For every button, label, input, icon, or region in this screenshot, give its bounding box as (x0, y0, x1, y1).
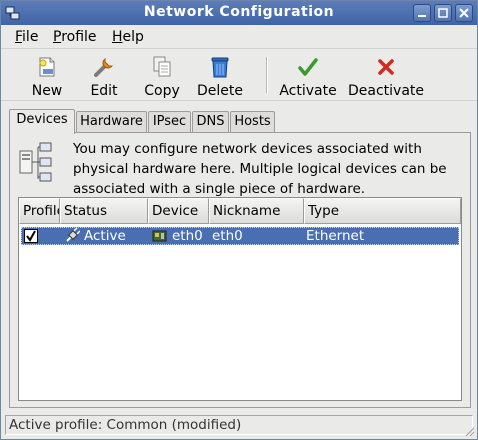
menu-file[interactable]: File (15, 29, 38, 45)
menu-profile-label: Profile (53, 29, 97, 45)
table-row[interactable]: Active eth0 eth0 Ethernet (21, 227, 459, 245)
menu-help[interactable]: Help (112, 29, 144, 45)
tab-devices-label: Devices (16, 112, 68, 127)
copy-icon (153, 56, 171, 77)
new-button[interactable]: New (27, 53, 67, 99)
menu-bar: File Profile Help (1, 25, 477, 49)
activate-button[interactable]: Activate (277, 53, 339, 99)
active-plug-icon (66, 228, 80, 242)
network-devices-icon (19, 142, 52, 182)
checkbox-check-icon (26, 230, 36, 242)
tab-devices[interactable]: Devices (9, 109, 75, 134)
x-mark-icon (378, 59, 394, 75)
devices-panel: You may configure network devices associ… (9, 132, 471, 408)
tab-dns-label: DNS (196, 114, 225, 129)
toolbar: New Edit Copy Delete Activate Deactivate (1, 49, 477, 101)
checkmark-icon (298, 58, 318, 76)
new-button-label: New (31, 83, 63, 99)
minimize-button[interactable] (413, 4, 431, 22)
new-icon (39, 57, 55, 77)
devices-table[interactable]: Profile Status Device Nickname Type Acti… (18, 197, 462, 401)
ethernet-card-icon (152, 230, 167, 242)
row-type: Ethernet (306, 228, 365, 244)
menu-help-label: Help (112, 29, 144, 45)
status-bar: Active profile: Common (modified) (5, 415, 473, 435)
resize-grip-icon[interactable] (463, 425, 475, 437)
tab-hosts-label: Hosts (234, 114, 271, 129)
tab-ipsec-label: IPsec (152, 114, 187, 129)
delete-button[interactable]: Delete (194, 53, 246, 99)
tab-ipsec[interactable]: IPsec (148, 111, 191, 133)
status-text: Active profile: Common (modified) (9, 417, 242, 433)
column-header-device[interactable]: Device (148, 198, 209, 224)
column-header-status[interactable]: Status (60, 198, 148, 224)
edit-button-label: Edit (90, 83, 118, 99)
maximize-icon (438, 8, 448, 18)
tab-dns[interactable]: DNS (192, 111, 229, 133)
deactivate-button-label: Deactivate (347, 83, 424, 99)
minimize-icon (418, 15, 426, 17)
row-device: eth0 (172, 228, 203, 244)
close-icon (459, 8, 469, 18)
delete-button-label: Delete (197, 83, 243, 99)
window-title: Network Configuration (143, 4, 335, 20)
toolbar-separator (266, 57, 268, 93)
menu-file-label: File (15, 29, 39, 45)
column-header-profile[interactable]: Profile (19, 198, 60, 224)
edit-icon (94, 57, 114, 77)
column-header-type[interactable]: Type (304, 198, 461, 224)
devices-info-text: You may configure network devices associ… (73, 141, 447, 197)
tab-hardware[interactable]: Hardware (76, 111, 147, 133)
deactivate-button[interactable]: Deactivate (347, 53, 425, 99)
maximize-button[interactable] (434, 4, 452, 22)
title-bar[interactable]: Network Configuration (1, 1, 477, 25)
app-window: Network Configuration File Profile Help … (0, 0, 478, 440)
column-header-nickname[interactable]: Nickname (209, 198, 304, 224)
devices-table-header: Profile Status Device Nickname Type (19, 198, 461, 224)
copy-button[interactable]: Copy (142, 53, 182, 99)
trash-icon (211, 57, 229, 78)
row-status: Active (84, 228, 126, 244)
tab-hardware-label: Hardware (80, 114, 143, 129)
profile-checkbox[interactable] (24, 229, 38, 243)
activate-button-label: Activate (279, 83, 337, 99)
menu-profile[interactable]: Profile (53, 29, 97, 45)
row-nickname: eth0 (212, 228, 243, 244)
copy-button-label: Copy (144, 83, 180, 99)
close-button[interactable] (455, 4, 473, 22)
tab-hosts[interactable]: Hosts (230, 111, 275, 133)
edit-button[interactable]: Edit (87, 53, 121, 99)
